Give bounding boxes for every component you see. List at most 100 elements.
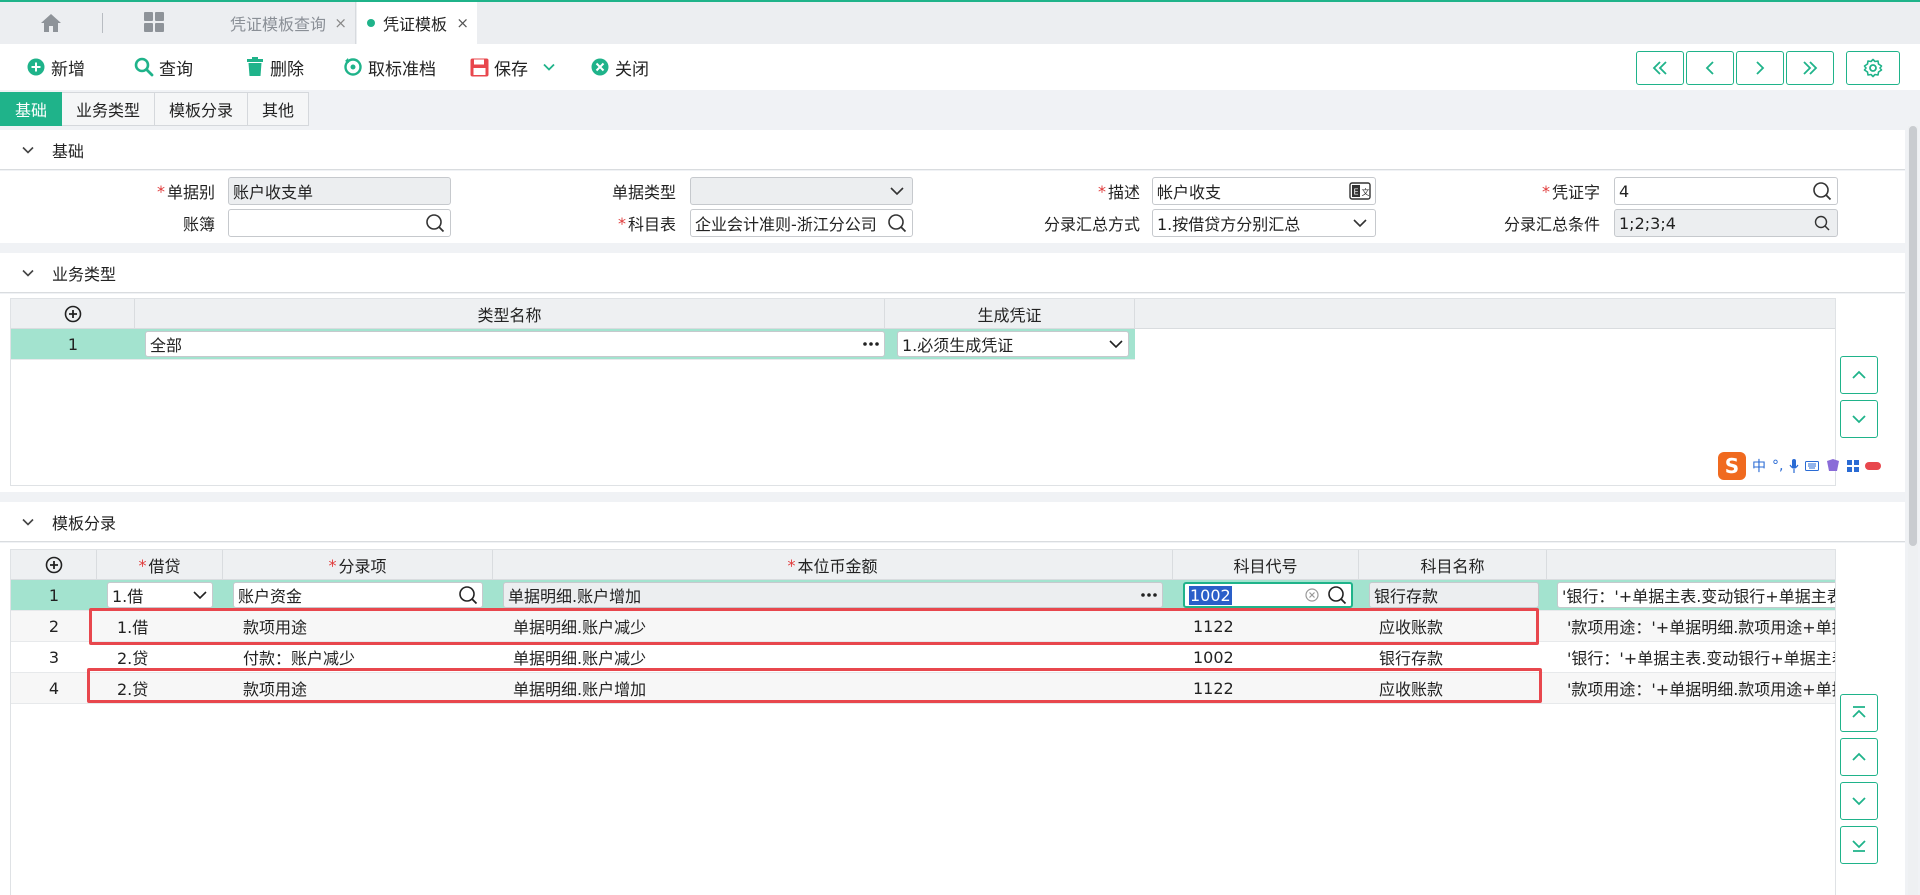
generate-voucher-select[interactable]: 1.必须生成凭证	[897, 331, 1129, 357]
skin-icon[interactable]	[1825, 459, 1841, 473]
tab-other[interactable]: 其他	[248, 92, 310, 126]
account-code-cell[interactable]: 1002	[1183, 642, 1359, 672]
unarchive-button[interactable]: 取标准档	[343, 52, 436, 82]
more-options-icon[interactable]	[862, 341, 880, 347]
bill-type-select[interactable]	[690, 177, 913, 205]
move-up-button[interactable]	[1840, 738, 1878, 776]
tab-template-entries[interactable]: 模板分录	[155, 92, 249, 126]
punctuation-icon[interactable]: °,	[1772, 458, 1783, 474]
summary-cell[interactable]: '款项用途：'+单据明细.款项用途+单据	[1557, 673, 1835, 703]
bill-category-field[interactable]: 账户收支单	[228, 177, 451, 205]
add-row-icon[interactable]	[11, 299, 135, 329]
chevron-down-icon[interactable]	[542, 60, 556, 74]
move-to-bottom-button[interactable]	[1840, 826, 1878, 864]
type-name-input[interactable]: 全部	[145, 331, 885, 357]
column-header-amount[interactable]: * 本位币金额	[493, 550, 1173, 580]
debit-credit-cell[interactable]: 1.借	[107, 611, 223, 641]
first-record-button[interactable]	[1636, 51, 1684, 85]
microphone-icon[interactable]	[1789, 459, 1799, 473]
column-header-entry-item[interactable]: * 分录项	[223, 550, 493, 580]
account-code-input[interactable]: 1002	[1183, 582, 1353, 608]
account-name-cell[interactable]: 应收账款	[1369, 611, 1547, 641]
tab-basic[interactable]: 基础	[0, 92, 63, 126]
account-table-field[interactable]: 企业会计准则-浙江分公司	[690, 209, 913, 237]
input-method-toolbar[interactable]: S 中 °,	[1718, 451, 1916, 481]
clear-icon[interactable]	[1305, 588, 1319, 602]
debit-credit-select[interactable]: 1.借	[107, 582, 213, 608]
entry-item-cell[interactable]: 款项用途	[233, 611, 493, 641]
amount-cell[interactable]: 单据明细.账户减少	[503, 642, 1173, 672]
account-name-input[interactable]: 银行存款	[1369, 582, 1539, 608]
search-icon[interactable]	[458, 585, 478, 605]
query-button[interactable]: 查询	[134, 52, 193, 82]
table-row[interactable]: 3 2.贷 付款：账户减少 单据明细.账户减少 1002 银行存款 '银行：'+…	[11, 642, 1835, 673]
search-icon[interactable]	[1811, 180, 1833, 202]
voucher-word-field[interactable]: 4	[1614, 177, 1838, 205]
column-header-account-code[interactable]: 科目代号	[1173, 550, 1359, 580]
account-code-cell[interactable]: 1122	[1183, 611, 1359, 641]
settings-button[interactable]	[1846, 51, 1900, 85]
search-icon[interactable]	[1327, 585, 1347, 605]
scrollbar-thumb[interactable]	[1909, 126, 1917, 546]
amount-cell[interactable]: 单据明细.账户增加	[503, 673, 1173, 703]
summary-condition-field[interactable]: 1;2;3;4	[1614, 209, 1838, 237]
business-type-section-header[interactable]: 业务类型	[0, 253, 1905, 293]
home-icon[interactable]	[40, 13, 62, 33]
search-icon[interactable]	[424, 212, 446, 234]
description-field[interactable]: 帐户收支 E 文	[1152, 177, 1376, 205]
tab-voucher-template-query[interactable]: 凭证模板查询 ×	[206, 2, 356, 44]
move-up-button[interactable]	[1840, 356, 1878, 394]
move-to-top-button[interactable]	[1840, 694, 1878, 732]
close-icon[interactable]: ×	[334, 14, 347, 32]
add-button[interactable]: 新增	[26, 52, 85, 82]
amount-cell[interactable]: 单据明细.账户减少	[503, 611, 1173, 641]
close-button[interactable]: 关闭	[590, 52, 649, 82]
column-header-debit-credit[interactable]: * 借贷	[97, 550, 223, 580]
tab-business-type[interactable]: 业务类型	[62, 92, 156, 126]
apps-grid-icon[interactable]	[143, 11, 165, 33]
table-row[interactable]: 1 全部 1.必须生成凭证	[11, 329, 1135, 360]
column-header-account-name[interactable]: 科目名称	[1359, 550, 1547, 580]
previous-record-button[interactable]	[1686, 51, 1734, 85]
entry-item-cell[interactable]: 款项用途	[233, 673, 493, 703]
summary-input[interactable]: '银行：'+单据主表.变动银行+单据主表	[1557, 582, 1835, 608]
table-row[interactable]: 1 1.借 账户资金 单据明细.账户增加 1002 银行存款 '银行：'+单据主…	[11, 580, 1835, 611]
close-icon[interactable]: ×	[456, 14, 469, 32]
table-row[interactable]: 4 2.贷 款项用途 单据明细.账户增加 1122 应收账款 '款项用途：'+单…	[11, 673, 1835, 704]
apps-grid-icon[interactable]	[1847, 460, 1860, 472]
game-icon[interactable]	[1865, 461, 1882, 471]
debit-credit-cell[interactable]: 2.贷	[107, 673, 223, 703]
add-row-icon[interactable]	[11, 550, 97, 580]
ledger-field[interactable]	[228, 209, 451, 237]
table-row[interactable]: 2 1.借 款项用途 单据明细.账户减少 1122 应收账款 '款项用途：'+单…	[11, 611, 1835, 642]
keyboard-icon[interactable]	[1805, 461, 1820, 471]
entry-item-input[interactable]: 账户资金	[233, 582, 483, 608]
column-header-generate-voucher[interactable]: 生成凭证	[885, 299, 1135, 329]
next-record-button[interactable]	[1736, 51, 1784, 85]
basic-section-header[interactable]: 基础	[0, 130, 1905, 170]
more-options-icon[interactable]	[1140, 592, 1158, 598]
debit-credit-cell[interactable]: 2.贷	[107, 642, 223, 672]
account-code-cell[interactable]: 1122	[1183, 673, 1359, 703]
account-name-cell[interactable]: 应收账款	[1369, 673, 1547, 703]
ime-chinese-mode[interactable]: 中	[1752, 456, 1766, 476]
template-entries-section-header[interactable]: 模板分录	[0, 502, 1905, 542]
column-header-type-name[interactable]: 类型名称	[135, 299, 885, 329]
summary-cell[interactable]: '银行：'+单据主表.变动银行+单据主表	[1557, 642, 1835, 672]
account-name-cell[interactable]: 银行存款	[1369, 642, 1547, 672]
search-icon[interactable]	[886, 212, 908, 234]
tab-voucher-template[interactable]: 凭证模板 ×	[357, 2, 477, 44]
amount-input[interactable]: 单据明细.账户增加	[503, 582, 1163, 608]
search-icon[interactable]	[1811, 212, 1833, 234]
save-button[interactable]: 保存	[469, 52, 556, 82]
move-down-button[interactable]	[1840, 782, 1878, 820]
summary-method-select[interactable]: 1.按借贷方分别汇总	[1152, 209, 1376, 237]
summary-cell[interactable]: '款项用途：'+单据明细.款项用途+单据	[1557, 611, 1835, 641]
multilanguage-icon[interactable]: E文	[1349, 180, 1371, 202]
page-scrollbar[interactable]	[1908, 126, 1918, 895]
column-header-summary[interactable]	[1547, 550, 1835, 580]
last-record-button[interactable]	[1786, 51, 1834, 85]
entry-item-cell[interactable]: 付款：账户减少	[233, 642, 493, 672]
delete-button[interactable]: 删除	[245, 52, 304, 82]
move-down-button[interactable]	[1840, 400, 1878, 438]
